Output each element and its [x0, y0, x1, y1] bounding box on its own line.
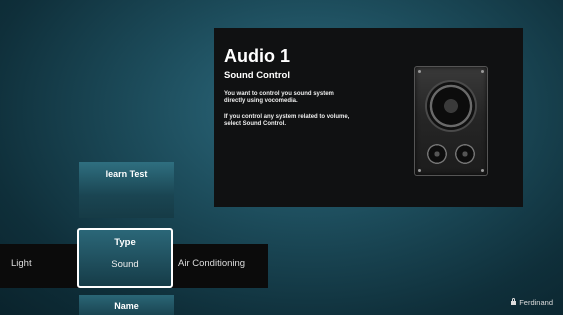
panel-subtitle: Sound Control: [224, 70, 290, 81]
name-field-button[interactable]: Name: [79, 295, 174, 315]
user-name: Ferdinand: [519, 298, 553, 307]
type-selector[interactable]: Type Sound: [77, 228, 173, 288]
lock-icon: [511, 298, 517, 305]
type-label: Type: [114, 237, 136, 248]
learn-test-label: learn Test: [105, 169, 148, 179]
panel-description: You want to control you sound system dir…: [224, 91, 334, 104]
info-panel: Audio 1 Sound Control You want to contro…: [214, 28, 523, 207]
name-label: Name: [114, 301, 139, 311]
panel-title: Audio 1: [224, 46, 290, 66]
type-option-light[interactable]: Light: [11, 258, 32, 269]
type-option-air-conditioning[interactable]: Air Conditioning: [178, 258, 245, 269]
user-indicator: Ferdinand: [511, 298, 553, 307]
type-option-sound[interactable]: Sound: [79, 259, 171, 270]
speaker-icon: [414, 66, 488, 176]
panel-hint: If you control any system related to vol…: [224, 114, 350, 127]
learn-test-button[interactable]: learn Test: [79, 162, 174, 218]
